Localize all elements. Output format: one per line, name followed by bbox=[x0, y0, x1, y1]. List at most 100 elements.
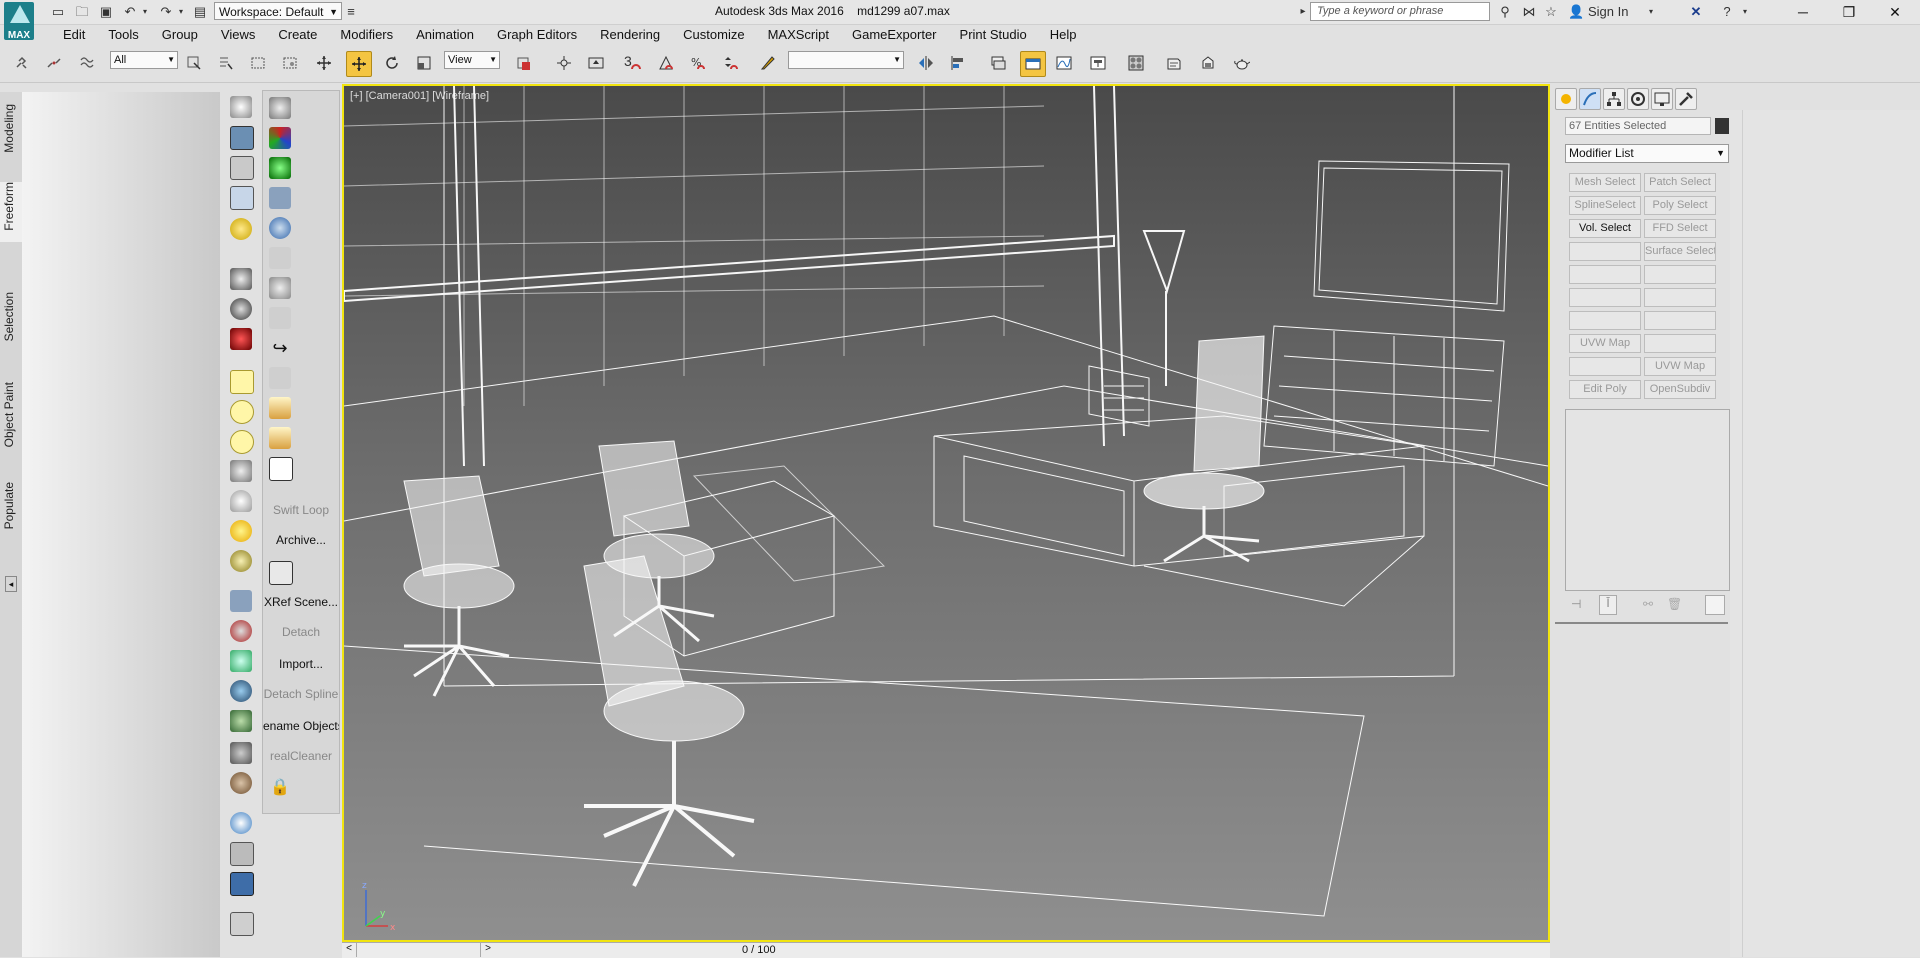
realcleaner-button[interactable]: realCleaner bbox=[263, 749, 339, 763]
add-object-icon[interactable] bbox=[269, 397, 291, 419]
selection-name-field[interactable]: 67 Entities Selected bbox=[1565, 117, 1711, 135]
search-input[interactable]: Type a keyword or phrase bbox=[1310, 2, 1490, 21]
pivot-center-icon[interactable] bbox=[512, 51, 536, 75]
motion-panel-icon[interactable] bbox=[1627, 88, 1649, 110]
empty-modifier-button[interactable] bbox=[1644, 288, 1716, 307]
spinner-snap-icon[interactable] bbox=[718, 51, 742, 75]
menu-gameexporter[interactable]: GameExporter bbox=[829, 24, 937, 46]
rendered-frame-window-icon[interactable] bbox=[1196, 51, 1220, 75]
tab-object-paint[interactable]: Object Paint bbox=[0, 382, 22, 462]
restore-icon[interactable]: ❐ bbox=[1826, 0, 1872, 24]
menu-edit[interactable]: Edit bbox=[40, 24, 85, 46]
uvw-map-button[interactable]: UVW Map bbox=[1644, 357, 1716, 376]
project-folder-icon[interactable]: ▤ bbox=[192, 3, 208, 21]
percent-snap-icon[interactable]: % bbox=[686, 51, 710, 75]
target-icon[interactable] bbox=[230, 550, 252, 572]
color-gem-icon[interactable] bbox=[269, 127, 291, 149]
menu-customize[interactable]: Customize bbox=[660, 24, 744, 46]
redo-icon[interactable]: ↷ bbox=[158, 3, 174, 21]
xref-scene-button[interactable]: XRef Scene... bbox=[263, 595, 339, 609]
archive-button[interactable]: Archive... bbox=[263, 533, 339, 547]
calculator-icon[interactable] bbox=[230, 156, 254, 180]
exchange-apps-icon[interactable]: ✕ bbox=[1686, 3, 1706, 21]
select-object-icon[interactable] bbox=[182, 51, 206, 75]
reference-coordinate-dropdown[interactable]: View ▼ bbox=[444, 51, 500, 69]
layer-explorer-icon[interactable] bbox=[986, 51, 1010, 75]
configure-modifier-sets-icon[interactable] bbox=[1705, 595, 1725, 615]
remove-object-icon[interactable] bbox=[269, 427, 291, 449]
grass-icon[interactable] bbox=[230, 710, 252, 732]
search-expand-icon[interactable]: ▸ bbox=[1298, 3, 1308, 21]
modify-panel-icon[interactable] bbox=[1579, 88, 1601, 110]
unlink-icon[interactable] bbox=[42, 51, 66, 75]
empty-modifier-button[interactable] bbox=[1644, 311, 1716, 330]
lock-icon[interactable]: 🔒 bbox=[269, 777, 291, 799]
edit-named-selection-icon[interactable] bbox=[756, 51, 780, 75]
selection-filter-dropdown[interactable]: All ▼ bbox=[110, 51, 178, 69]
schematic-view-icon[interactable] bbox=[1086, 51, 1110, 75]
rotate-icon[interactable] bbox=[380, 51, 404, 75]
menu-help[interactable]: Help bbox=[1027, 24, 1077, 46]
menu-maxscript[interactable]: MAXScript bbox=[745, 24, 829, 46]
menu-tools[interactable]: Tools bbox=[85, 24, 138, 46]
scatter-icon[interactable] bbox=[269, 217, 291, 239]
move-active-icon[interactable] bbox=[346, 51, 372, 77]
sign-in-dropdown-icon[interactable]: ▾ bbox=[1646, 3, 1656, 21]
empty-modifier-button[interactable] bbox=[1569, 242, 1641, 261]
script-icon[interactable] bbox=[230, 912, 254, 936]
angle-snap-icon[interactable] bbox=[654, 51, 678, 75]
open-file-icon[interactable]: 🗀 bbox=[74, 3, 90, 21]
empty-modifier-button[interactable] bbox=[1569, 288, 1641, 307]
make-unique-icon[interactable]: ⚯ bbox=[1643, 597, 1653, 611]
poly-select-button[interactable]: Poly Select bbox=[1644, 196, 1716, 215]
render-setup-icon[interactable] bbox=[1162, 51, 1186, 75]
create-panel-icon[interactable] bbox=[1555, 88, 1577, 110]
select-and-manipulate-icon[interactable] bbox=[552, 51, 576, 75]
object-color-swatch[interactable] bbox=[1715, 118, 1729, 134]
bind-space-warp-icon[interactable] bbox=[76, 51, 100, 75]
undo-icon[interactable]: ↶ bbox=[122, 3, 138, 21]
menu-modifiers[interactable]: Modifiers bbox=[317, 24, 393, 46]
mirror-icon[interactable] bbox=[914, 51, 938, 75]
import-button[interactable]: Import... bbox=[263, 657, 339, 671]
material-editor-icon[interactable] bbox=[1124, 51, 1148, 75]
named-selection-dropdown[interactable]: ▼ bbox=[788, 51, 904, 69]
time-slider[interactable]: < 0 / 100 > bbox=[342, 942, 1550, 958]
time-slider-prev[interactable]: < bbox=[342, 943, 357, 957]
pin-stack-icon[interactable]: ⊣ bbox=[1571, 597, 1581, 611]
empty-modifier-button[interactable] bbox=[1644, 265, 1716, 284]
binoculars-icon[interactable]: ⚲ bbox=[1496, 3, 1514, 21]
surface-select-button[interactable]: Surface Select bbox=[1644, 242, 1716, 261]
swift-loop-label[interactable]: Swift Loop bbox=[263, 503, 339, 517]
tab-populate[interactable]: Populate bbox=[0, 482, 22, 542]
tab-freeform[interactable]: Freeform bbox=[0, 182, 22, 242]
close-icon[interactable]: ✕ bbox=[1872, 0, 1918, 24]
scale-icon[interactable] bbox=[412, 51, 436, 75]
edit-poly-button[interactable]: Edit Poly bbox=[1569, 380, 1641, 399]
menu-animation[interactable]: Animation bbox=[393, 24, 474, 46]
green-render-icon[interactable] bbox=[269, 157, 291, 179]
camera-viewport[interactable]: [+] [Camera001] [Wireframe] z x y bbox=[342, 84, 1550, 942]
basket-icon[interactable] bbox=[230, 460, 252, 482]
mesh-select-button[interactable]: Mesh Select bbox=[1569, 173, 1641, 192]
select-move-icon[interactable] bbox=[312, 51, 336, 75]
layers-icon[interactable] bbox=[230, 590, 252, 612]
new-file-icon[interactable]: ▭ bbox=[50, 3, 66, 21]
redirect-arrow-icon[interactable]: ↪ bbox=[269, 337, 291, 359]
remove-modifier-icon[interactable]: 🗑 bbox=[1667, 597, 1682, 611]
toggle-ribbon-icon[interactable] bbox=[1020, 51, 1046, 77]
tab-selection[interactable]: Selection bbox=[0, 292, 22, 352]
ribbon-minimize-icon[interactable]: ◂ bbox=[5, 576, 17, 592]
utilities-panel-icon[interactable] bbox=[1675, 88, 1697, 110]
modifier-list-dropdown[interactable]: Modifier List ▼ bbox=[1565, 144, 1729, 163]
uvw-map-button[interactable]: UVW Map bbox=[1569, 334, 1641, 353]
light-bulb-icon[interactable] bbox=[230, 218, 252, 240]
video-camera-icon[interactable] bbox=[230, 328, 252, 350]
box-icon[interactable] bbox=[269, 247, 291, 269]
sign-in-button[interactable]: Sign In bbox=[1588, 3, 1644, 21]
render-production-teapot-icon[interactable] bbox=[1230, 51, 1254, 75]
help-icon[interactable]: ? bbox=[1718, 3, 1736, 21]
shape-icon[interactable] bbox=[269, 307, 291, 329]
modifier-stack[interactable] bbox=[1565, 409, 1730, 591]
helper-icon[interactable] bbox=[230, 620, 252, 642]
